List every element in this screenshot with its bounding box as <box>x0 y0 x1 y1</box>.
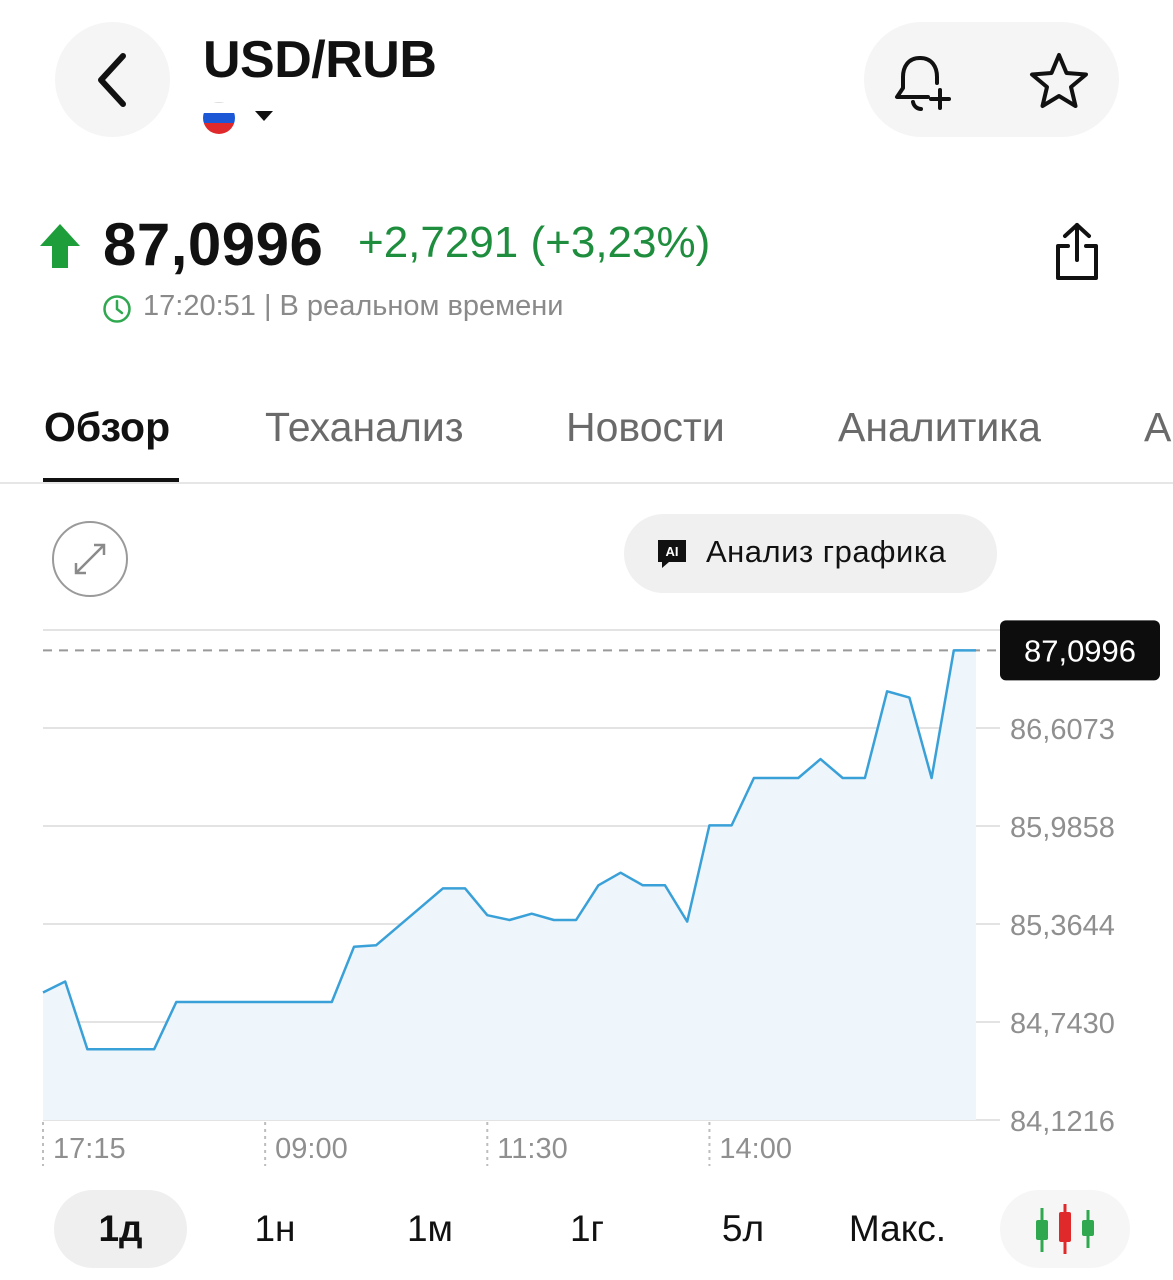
range-1m[interactable]: 1м <box>370 1190 490 1268</box>
current-price-label: 87,0996 <box>1024 633 1136 668</box>
current-price: 87,0996 <box>103 211 324 278</box>
tab-analytics[interactable]: Аналитика <box>838 404 1041 451</box>
range-1w[interactable]: 1н <box>215 1190 335 1268</box>
clock-icon <box>103 295 131 323</box>
header-actions <box>864 22 1119 137</box>
candlestick-icon <box>1036 1204 1094 1254</box>
y-tick-label: 84,1216 <box>1010 1106 1115 1138</box>
price-chart[interactable]: 86,6073 85,9858 85,3644 84,7430 84,1216 87,09… <box>0 600 1173 1180</box>
tab-overview[interactable]: Обзор <box>44 404 170 451</box>
ai-button-label: Анализ графика <box>706 534 947 569</box>
ai-chart-analysis-button[interactable]: AI Анализ графика <box>624 514 997 593</box>
chevron-left-icon <box>97 52 126 107</box>
y-tick-label: 85,3644 <box>1010 910 1115 942</box>
range-1d[interactable]: 1д <box>54 1190 187 1268</box>
x-tick-label: 17:15 <box>53 1133 126 1165</box>
tabs-divider <box>0 482 1173 484</box>
price-up-arrow-icon <box>40 224 80 268</box>
tab-more-truncated[interactable]: А <box>1144 404 1171 451</box>
tab-bar: Обзор Теханализ Новости Аналитика А <box>0 400 1173 482</box>
x-tick-label: 11:30 <box>497 1133 567 1165</box>
ai-chat-icon: AI <box>658 540 686 568</box>
expand-chart-button[interactable] <box>52 521 128 597</box>
back-button[interactable] <box>55 22 170 137</box>
x-tick-label: 09:00 <box>275 1133 348 1165</box>
russia-flag-icon[interactable] <box>203 102 235 134</box>
range-1y[interactable]: 1г <box>527 1190 647 1268</box>
range-selector: 1д 1н 1м 1г 5л Макс. <box>0 1190 1173 1270</box>
expand-arrows-icon <box>74 543 106 575</box>
add-alert-bell-icon[interactable] <box>890 50 954 114</box>
share-icon[interactable] <box>1050 222 1104 282</box>
ai-icon-label: AI <box>666 544 679 559</box>
y-tick-label: 84,7430 <box>1010 1008 1115 1040</box>
tab-technical-analysis[interactable]: Теханализ <box>265 404 464 451</box>
price-area-fill <box>43 650 976 1120</box>
y-tick-label: 85,9858 <box>1010 812 1115 844</box>
range-max[interactable]: Макс. <box>830 1190 965 1268</box>
range-5y[interactable]: 5л <box>683 1190 803 1268</box>
flag-dropdown-caret-icon[interactable] <box>255 111 273 121</box>
quote-timestamp: 17:20:51 | В реальном времени <box>143 290 564 322</box>
candlestick-chart-button[interactable] <box>1000 1190 1130 1268</box>
favorite-star-icon[interactable] <box>1027 50 1091 114</box>
instrument-title: USD/RUB <box>203 31 437 89</box>
tab-news[interactable]: Новости <box>566 404 725 451</box>
price-change: +2,7291 (+3,23%) <box>358 218 711 267</box>
y-tick-label: 86,6073 <box>1010 714 1115 746</box>
x-tick-label: 14:00 <box>719 1133 792 1165</box>
